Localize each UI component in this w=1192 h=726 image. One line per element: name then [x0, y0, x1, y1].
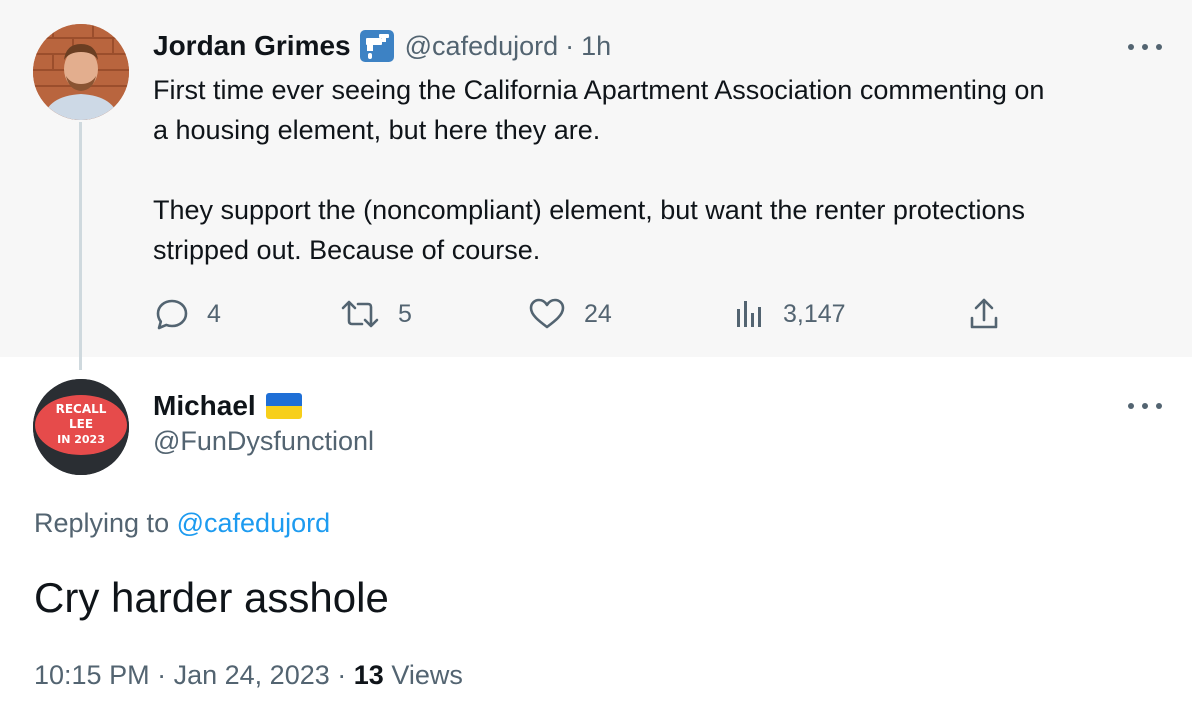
heart-icon — [529, 298, 565, 329]
tweet-date[interactable]: Jan 24, 2023 — [174, 660, 330, 690]
reply-tweet-header: Michael — [153, 386, 302, 426]
separator-dot: · — [157, 660, 167, 690]
author-handle[interactable]: @FunDysfunctionl — [153, 426, 374, 457]
replying-to-mention[interactable]: @cafedujord — [177, 508, 331, 538]
water-faucet-icon — [359, 29, 395, 63]
recall-sign-image: RECALL LEE IN 2023 — [33, 379, 129, 475]
avatar-sign-text: IN 2023 — [57, 433, 105, 446]
tweet-time[interactable]: 1h — [581, 31, 611, 62]
author-handle[interactable]: @cafedujord — [405, 31, 559, 62]
views-count: 13 — [353, 660, 384, 690]
reply-button[interactable]: 4 — [155, 294, 221, 334]
separator-dot: · — [565, 30, 575, 61]
avatar-jordan-grimes[interactable] — [33, 24, 129, 120]
tweet-actions-bar: 4 5 24 3,147 — [0, 294, 1192, 334]
retweet-icon — [341, 300, 379, 328]
tweet-text-line: stripped out. Because of course. — [153, 235, 541, 265]
reply-count: 4 — [207, 299, 221, 328]
more-options-icon[interactable] — [1128, 401, 1162, 411]
views-button[interactable]: 3,147 — [735, 294, 846, 334]
retweet-button[interactable]: 5 — [340, 294, 412, 334]
more-options-icon[interactable] — [1128, 42, 1162, 52]
tweet-text-line: They support the (noncompliant) element,… — [153, 195, 1025, 225]
separator-dot: · — [337, 660, 347, 690]
parent-tweet-header: Jordan Grimes @cafedujord · 1h — [153, 26, 611, 66]
reply-tweet-text: Cry harder asshole — [34, 574, 389, 621]
ukraine-flag-icon — [265, 393, 302, 419]
tweet-timestamp[interactable]: 10:15 PM — [34, 660, 150, 690]
views-label: Views — [391, 660, 463, 690]
replying-to-line: Replying to @cafedujord — [34, 508, 330, 539]
tweet-text-line: First time ever seeing the California Ap… — [153, 75, 1045, 105]
avatar-michael[interactable]: RECALL LEE IN 2023 — [33, 379, 129, 475]
like-count: 24 — [584, 299, 612, 328]
analytics-bars-icon — [737, 301, 761, 327]
avatar-sign-text: RECALL — [56, 402, 107, 416]
views-count: 3,147 — [783, 299, 846, 328]
parent-tweet-text: First time ever seeing the California Ap… — [153, 70, 1173, 270]
tweet-metadata: 10:15 PM · Jan 24, 2023 · 13 Views — [34, 660, 463, 691]
retweet-count: 5 — [398, 299, 412, 328]
share-upload-icon — [970, 298, 998, 329]
avatar-sign-text: LEE — [69, 417, 93, 431]
author-name[interactable]: Michael — [153, 390, 256, 422]
reply-icon — [156, 299, 188, 330]
share-button[interactable] — [966, 294, 1002, 334]
avatar-photo — [33, 24, 129, 120]
tweet-text-line: a housing element, but here they are. — [153, 115, 601, 145]
author-name[interactable]: Jordan Grimes — [153, 30, 351, 62]
like-button[interactable]: 24 — [528, 294, 612, 334]
replying-prefix: Replying to — [34, 508, 170, 538]
